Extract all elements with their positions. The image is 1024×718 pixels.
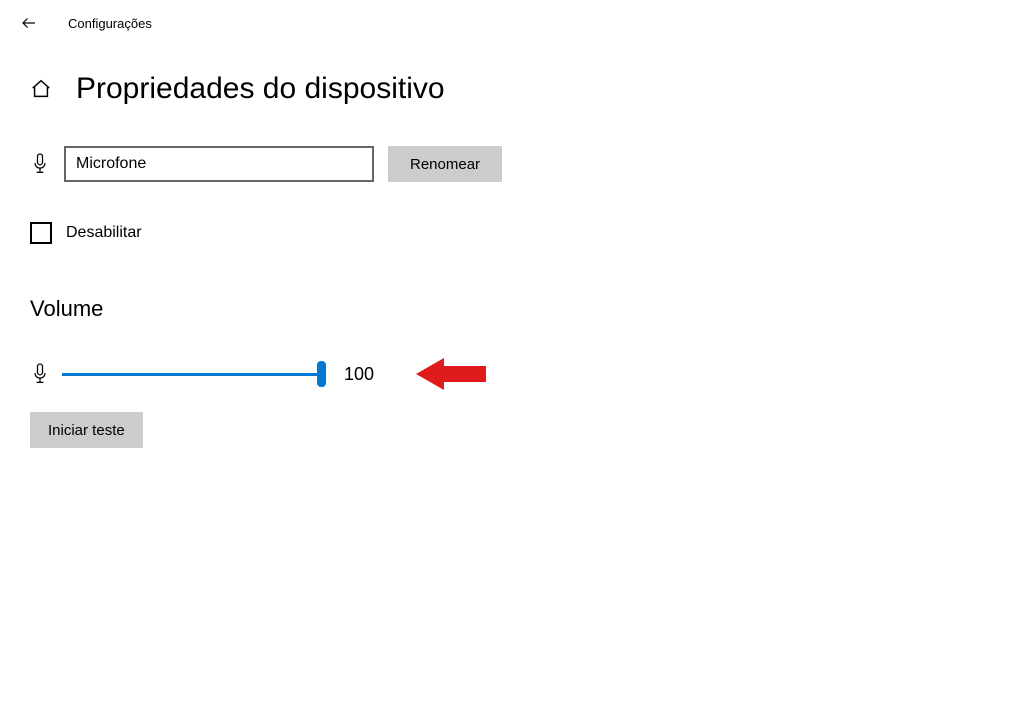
home-icon[interactable] xyxy=(30,78,52,100)
slider-track xyxy=(62,373,322,376)
disable-checkbox[interactable] xyxy=(30,222,52,244)
start-test-button[interactable]: Iniciar teste xyxy=(30,412,143,448)
volume-value: 100 xyxy=(344,364,374,385)
slider-thumb[interactable] xyxy=(317,361,326,387)
rename-button[interactable]: Renomear xyxy=(388,146,502,182)
disable-row: Desabilitar xyxy=(30,222,994,244)
back-button[interactable] xyxy=(20,14,38,32)
page-title-row: Propriedades do dispositivo xyxy=(0,42,1024,126)
annotation-arrow-icon xyxy=(416,354,488,394)
device-row: Renomear xyxy=(30,146,994,182)
volume-microphone-icon xyxy=(30,361,50,387)
volume-section-label: Volume xyxy=(30,296,994,322)
device-name-input[interactable] xyxy=(64,146,374,182)
breadcrumb: Configurações xyxy=(68,16,152,31)
header-bar: Configurações xyxy=(0,0,1024,42)
microphone-icon xyxy=(30,151,50,177)
volume-slider[interactable] xyxy=(62,362,322,386)
disable-label: Desabilitar xyxy=(66,224,142,242)
page-title: Propriedades do dispositivo xyxy=(76,72,445,106)
volume-row: 100 xyxy=(30,354,994,394)
